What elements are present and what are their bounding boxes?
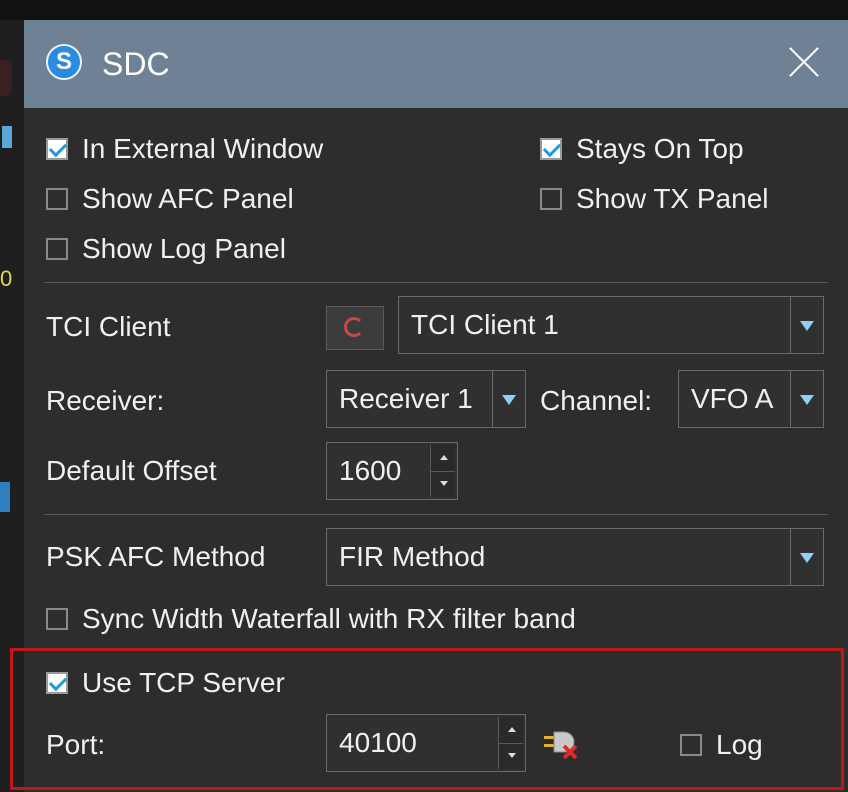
dropdown-button[interactable] — [790, 297, 823, 353]
tci-client-value: TCI Client 1 — [411, 309, 559, 340]
sync-width-waterfall-checkbox[interactable]: Sync Width Waterfall with RX filter band — [46, 602, 576, 636]
refresh-button[interactable] — [326, 306, 384, 350]
chevron-down-icon — [800, 395, 814, 405]
stays-on-top-label: Stays On Top — [576, 133, 744, 164]
sdc-logo-icon: S — [46, 44, 82, 80]
show-tx-panel-label: Show TX Panel — [576, 183, 769, 214]
show-afc-panel-label: Show AFC Panel — [82, 183, 294, 214]
decrement-button[interactable] — [431, 471, 455, 497]
increment-button[interactable] — [431, 445, 455, 472]
checkbox-unchecked-icon — [46, 188, 68, 210]
show-log-panel-label: Show Log Panel — [82, 233, 286, 264]
stays-on-top-checkbox[interactable]: Stays On Top — [540, 132, 744, 166]
psk-afc-method-label: PSK AFC Method — [46, 541, 266, 572]
channel-value: VFO A — [691, 383, 774, 414]
refresh-icon — [344, 317, 364, 337]
dropdown-button[interactable] — [790, 371, 823, 427]
window-title: SDC — [102, 46, 170, 82]
background-app-widget — [0, 60, 12, 96]
checkbox-checked-icon — [46, 672, 68, 694]
sync-width-waterfall-label: Sync Width Waterfall with RX filter band — [82, 603, 576, 634]
divider — [44, 514, 828, 515]
show-log-panel-checkbox[interactable]: Show Log Panel — [46, 232, 286, 266]
channel-label: Channel: — [540, 385, 653, 416]
default-offset-spinbox[interactable]: 1600 — [326, 442, 458, 500]
chevron-down-icon — [502, 395, 516, 405]
psk-afc-method-value: FIR Method — [339, 541, 486, 572]
decrement-button[interactable] — [499, 743, 523, 769]
port-spinbox[interactable]: 40100 — [326, 714, 526, 772]
close-button[interactable] — [784, 42, 824, 82]
in-external-window-label: In External Window — [82, 133, 324, 164]
sdc-dialog: S SDC In External Window Stays On Top Sh… — [10, 20, 848, 792]
chevron-down-icon — [800, 553, 814, 563]
receiver-value: Receiver 1 — [339, 383, 473, 414]
increment-button[interactable] — [499, 717, 523, 744]
log-checkbox[interactable]: Log — [680, 728, 763, 762]
tci-client-label: TCI Client — [46, 311, 171, 342]
checkbox-checked-icon — [46, 138, 68, 160]
checkbox-unchecked-icon — [680, 734, 702, 756]
dropdown-button[interactable] — [790, 529, 823, 585]
log-label: Log — [716, 729, 763, 760]
in-external-window-checkbox[interactable]: In External Window — [46, 132, 323, 166]
dropdown-button[interactable] — [492, 371, 525, 427]
use-tcp-server-checkbox[interactable]: Use TCP Server — [46, 666, 285, 700]
show-tx-panel-checkbox[interactable]: Show TX Panel — [540, 182, 769, 216]
show-afc-panel-checkbox[interactable]: Show AFC Panel — [46, 182, 294, 216]
channel-select[interactable]: VFO A — [678, 370, 824, 428]
checkbox-unchecked-icon — [46, 608, 68, 630]
divider — [44, 282, 828, 283]
spin-buttons — [430, 445, 455, 497]
background-app-widget — [0, 482, 10, 512]
checkbox-unchecked-icon — [540, 188, 562, 210]
plug-disconnected-icon[interactable] — [542, 726, 580, 762]
checkbox-unchecked-icon — [46, 238, 68, 260]
receiver-select[interactable]: Receiver 1 — [326, 370, 526, 428]
background-app-widget — [2, 126, 12, 148]
port-label: Port: — [46, 729, 106, 760]
psk-afc-method-select[interactable]: FIR Method — [326, 528, 824, 586]
title-bar[interactable]: S SDC — [24, 20, 848, 108]
background-app-topbar — [0, 0, 848, 20]
use-tcp-server-label: Use TCP Server — [82, 667, 285, 698]
default-offset-value: 1600 — [339, 455, 402, 486]
checkbox-checked-icon — [540, 138, 562, 160]
spin-buttons — [498, 717, 523, 769]
background-app-widget: 0 — [0, 266, 13, 291]
chevron-down-icon — [800, 321, 814, 331]
receiver-label: Receiver: — [46, 385, 165, 416]
port-value: 40100 — [339, 727, 417, 758]
tci-client-select[interactable]: TCI Client 1 — [398, 296, 824, 354]
default-offset-label: Default Offset — [46, 455, 217, 486]
